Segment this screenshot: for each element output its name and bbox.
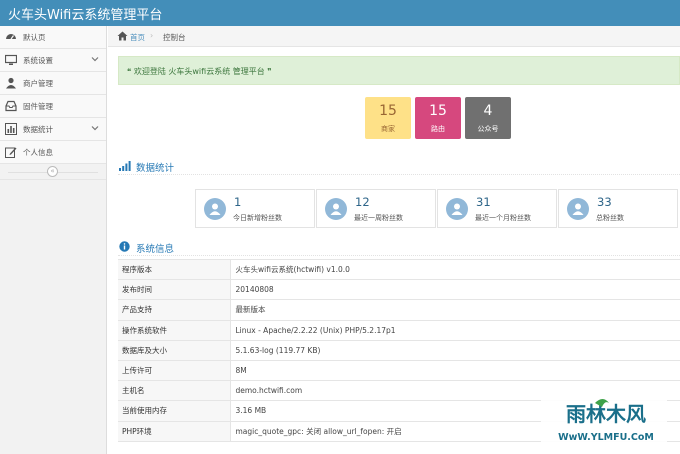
double-angle-left-icon[interactable]: « [47, 166, 58, 177]
brand-title[interactable]: 火车头Wifi云系统管理平台 [8, 4, 162, 23]
table-row: 发布时间 20140808 [118, 279, 680, 300]
row-value: 8M [230, 359, 680, 381]
breadcrumb-current: 控制台 [163, 33, 186, 42]
row-key: 操作系统软件 [118, 319, 231, 341]
table-row: 数据库及大小 5.1.63-log (119.77 KB) [118, 339, 680, 361]
dashboard-icon [5, 31, 17, 43]
chevron-down-icon [90, 123, 100, 133]
tile-value: 15 [379, 103, 397, 119]
tile-value: 4 [483, 103, 493, 119]
svg-text:雨林木风: 雨林木风 [566, 402, 646, 426]
sidebar-item-system-settings[interactable]: 系统设置 [0, 49, 106, 72]
welcome-text: ❝ 欢迎登陆 火车头wifi云系统 管理平台 ❞ [127, 67, 272, 76]
row-key: 上传许可 [118, 359, 231, 381]
breadcrumb-separator: › [150, 31, 154, 40]
sidebar-item-label: 数据统计 [23, 125, 53, 134]
home-icon [117, 31, 128, 43]
info-circle-icon [119, 241, 130, 254]
svg-text:WwW.YLMFU.CoM: WwW.YLMFU.CoM [558, 432, 654, 443]
sidebar-item-statistics[interactable]: 数据统计 [0, 118, 106, 141]
stat-label: 今日新增粉丝数 [233, 214, 282, 222]
sidebar-collapse-bar: « [0, 164, 106, 180]
stat-label: 最近一个月粉丝数 [475, 214, 531, 222]
tile-label: 公众号 [477, 125, 499, 133]
user-avatar-icon [325, 198, 347, 220]
tile-label: 路由 [431, 125, 445, 133]
table-row: 上传许可 8M [118, 359, 680, 381]
user-avatar-icon [446, 198, 468, 220]
breadcrumb-home-link[interactable]: 首页 [130, 32, 145, 43]
stat-today-fans: 1 今日新增粉丝数 [195, 189, 315, 228]
official-account-count-tile[interactable]: 4 公众号 [465, 97, 511, 139]
router-count-tile[interactable]: 15 路由 [415, 97, 461, 139]
section-title: 系统信息 [136, 244, 175, 255]
top-navbar: 火车头Wifi云系统管理平台 [0, 0, 680, 26]
row-value: 20140808 [230, 279, 680, 300]
row-key: 发布时间 [118, 279, 231, 300]
row-value: 5.1.63-log (119.77 KB) [230, 339, 680, 361]
row-key: 程序版本 [118, 258, 231, 280]
table-row: 操作系统软件 Linux - Apache/2.2.22 (Unix) PHP/5… [118, 319, 680, 341]
stat-label: 最近一周粉丝数 [354, 214, 403, 222]
user-avatar-icon [204, 198, 226, 220]
table-row: 产品支持 最新版本 [118, 299, 680, 321]
watermark-logo: 雨林木风 WwW.YLMFU.CoM [541, 389, 667, 450]
stat-total-fans: 33 总粉丝数 [558, 189, 678, 228]
stat-month-fans: 31 最近一个月粉丝数 [437, 189, 557, 228]
stat-value: 31 [476, 195, 491, 209]
section-title: 数据统计 [136, 163, 175, 174]
sidebar-item-label: 个人信息 [23, 148, 53, 157]
row-value: 最新版本 [230, 299, 680, 321]
row-key: 当前使用内存 [118, 400, 231, 421]
sidebar-item-label: 系统设置 [23, 56, 53, 65]
tile-value: 15 [429, 103, 447, 119]
system-info-section-header: 系统信息 [118, 238, 680, 256]
sidebar-item-firmware[interactable]: 固件管理 [0, 95, 106, 118]
stat-label: 总粉丝数 [596, 214, 624, 222]
tile-label: 商家 [381, 125, 395, 133]
row-value: 火车头wifi云系统(hctwifi) v1.0.0 [230, 258, 680, 280]
stat-value: 1 [234, 195, 242, 209]
breadcrumb: 首页 › 控制台 [108, 26, 680, 47]
row-key: 产品支持 [118, 299, 231, 321]
stat-value: 33 [597, 195, 612, 209]
signal-icon [119, 160, 131, 173]
sidebar-item-profile[interactable]: 个人信息 [0, 141, 106, 164]
sidebar-item-label: 商户管理 [23, 79, 53, 88]
sidebar-item-dashboard[interactable]: 默认页 [0, 26, 106, 49]
user-avatar-icon [567, 198, 589, 220]
monitor-icon [5, 54, 17, 66]
row-key: 数据库及大小 [118, 339, 231, 361]
bar-chart-icon [5, 123, 17, 135]
row-value: Linux - Apache/2.2.22 (Unix) PHP/5.2.17p… [230, 319, 680, 341]
inbox-icon [5, 100, 17, 112]
sidebar-item-label: 固件管理 [23, 102, 53, 111]
user-icon [5, 77, 17, 89]
row-key: PHP环境 [118, 420, 231, 442]
sidebar-item-merchants[interactable]: 商户管理 [0, 72, 106, 95]
stat-week-fans: 12 最近一周粉丝数 [316, 189, 436, 228]
edit-icon [5, 146, 17, 158]
welcome-alert: ❝ 欢迎登陆 火车头wifi云系统 管理平台 ❞ [118, 56, 680, 85]
chevron-down-icon [90, 54, 100, 64]
table-row: 程序版本 火车头wifi云系统(hctwifi) v1.0.0 [118, 258, 680, 280]
stat-value: 12 [355, 195, 370, 209]
sidebar: 默认页 系统设置 商户管理 固件管理 数据统计 个人信息 « [0, 26, 107, 454]
sidebar-item-label: 默认页 [23, 33, 46, 42]
ylmfu-logo: 雨林木风 WwW.YLMFU.CoM [558, 399, 654, 443]
row-key: 主机名 [118, 380, 231, 401]
stats-section-header: 数据统计 [118, 157, 680, 175]
merchant-count-tile[interactable]: 15 商家 [365, 97, 411, 139]
